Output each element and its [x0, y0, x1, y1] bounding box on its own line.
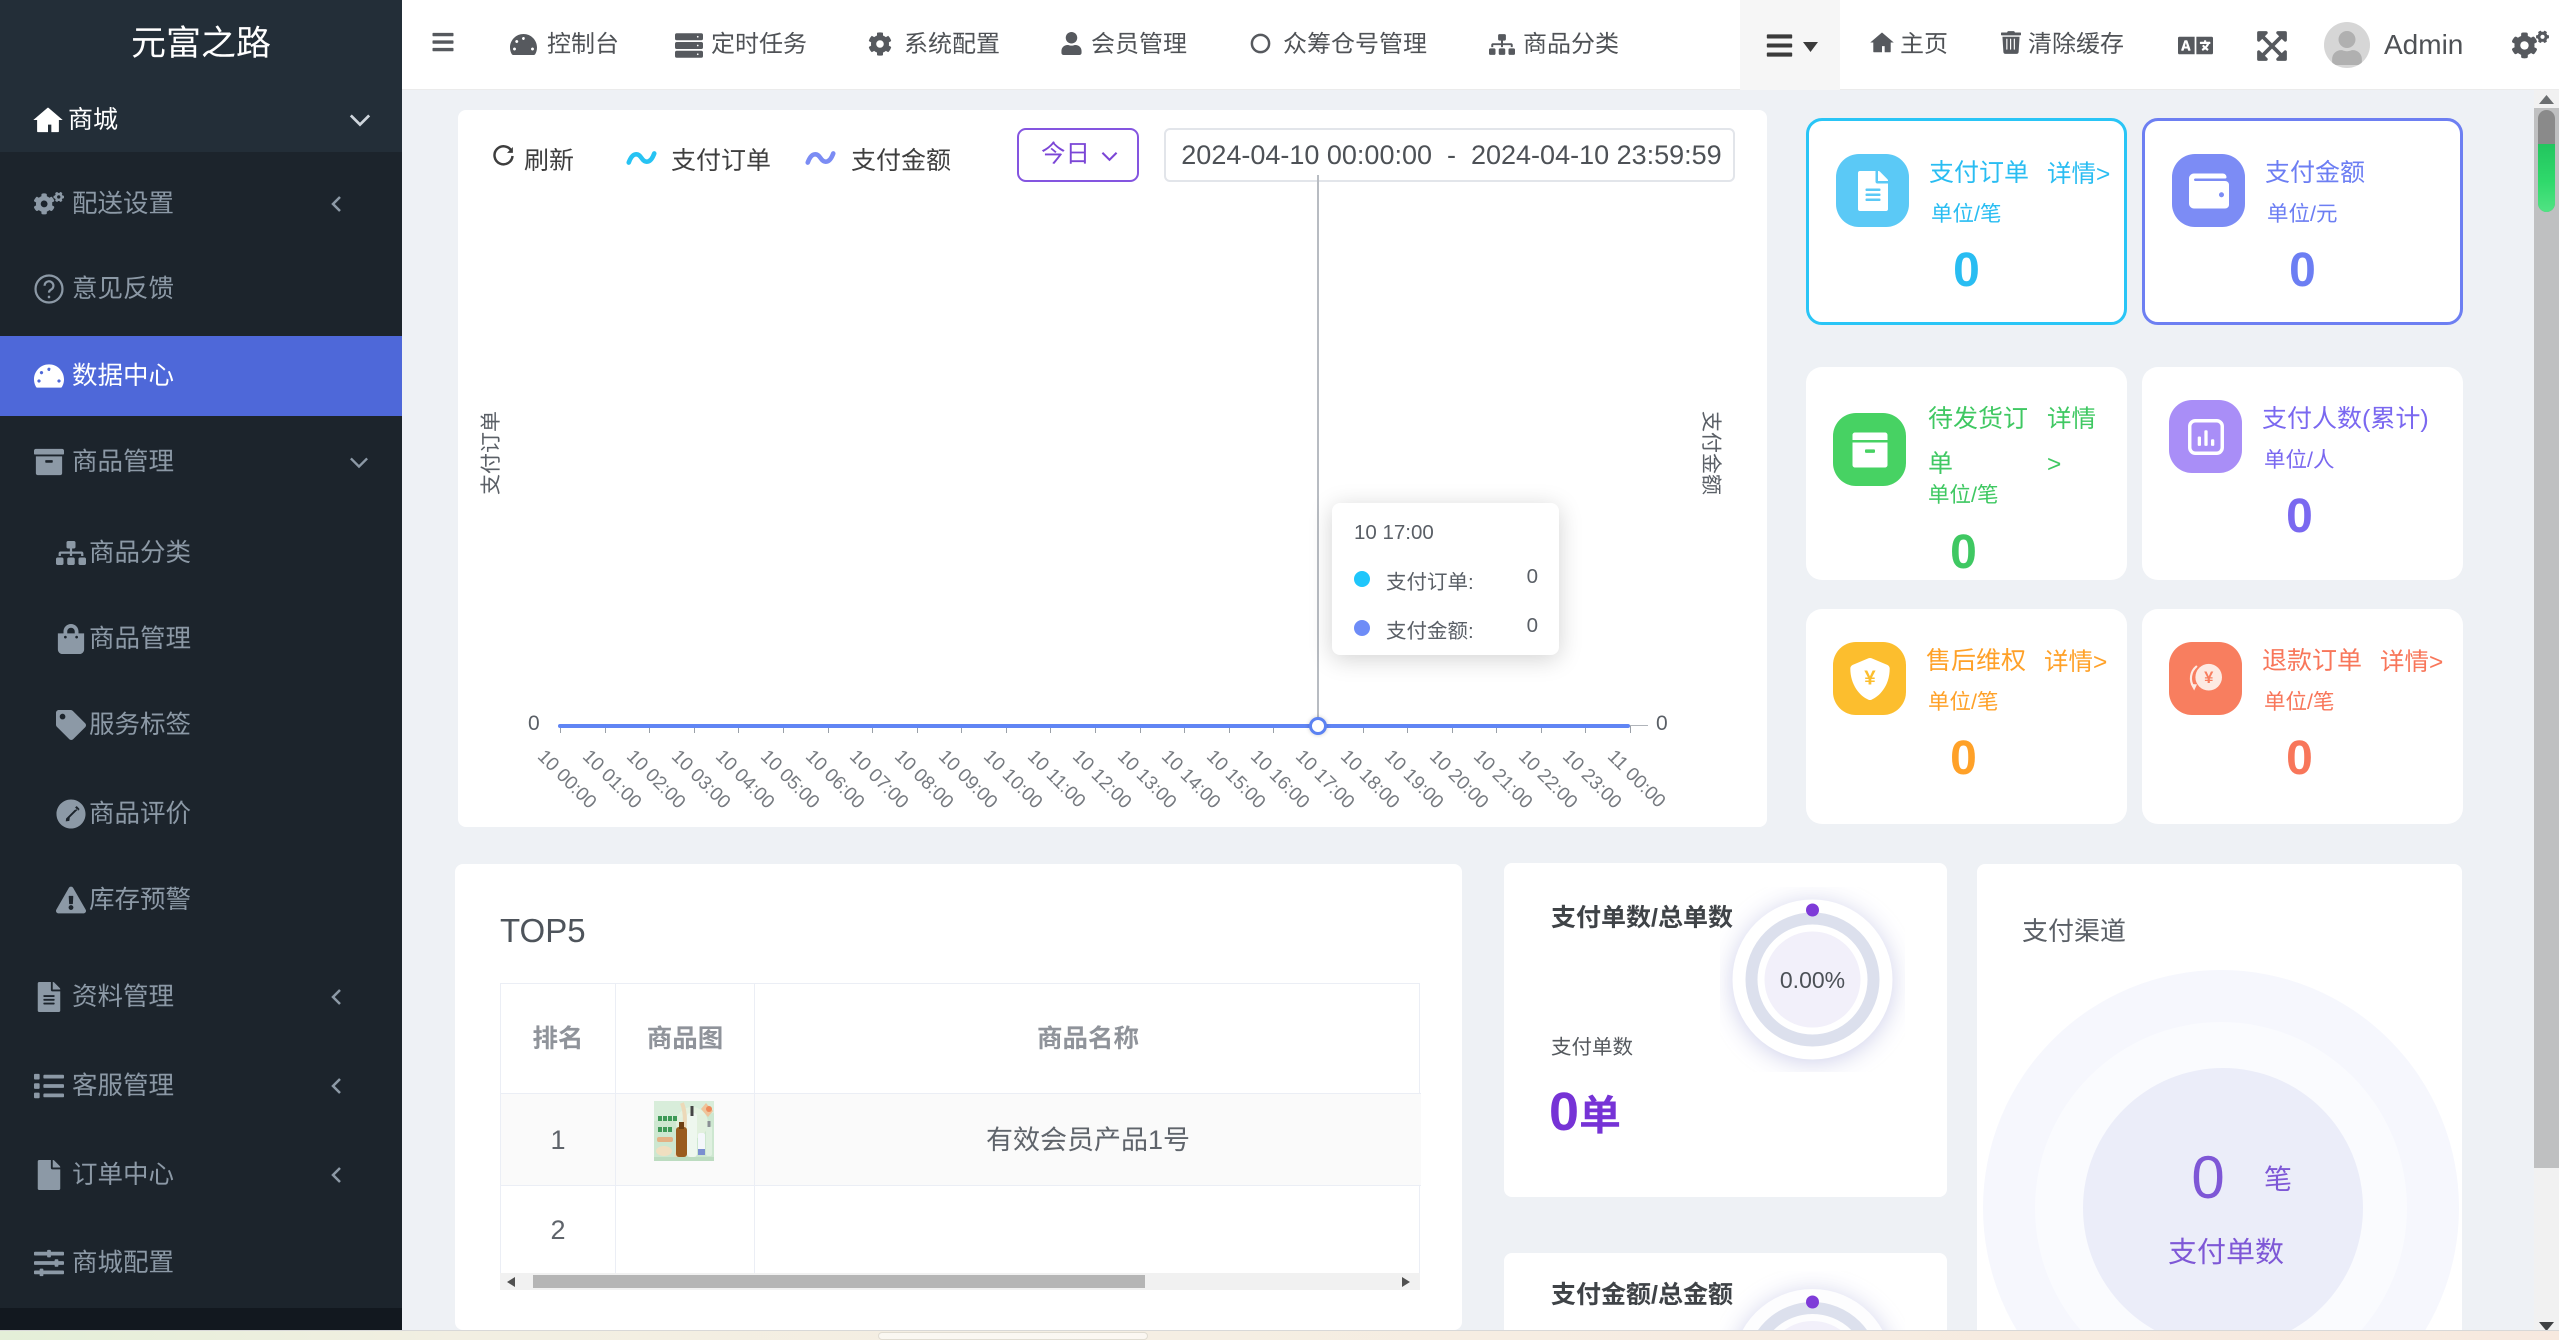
svg-text:0: 0: [2191, 1144, 2224, 1211]
svg-text:0.00%: 0.00%: [1780, 967, 1845, 993]
svg-text:¥: ¥: [1864, 666, 1876, 689]
svg-text:支付单数: 支付单数: [2168, 1237, 2284, 1269]
svg-text:¥: ¥: [2204, 667, 2214, 686]
svg-text:笔: 笔: [2264, 1164, 2292, 1195]
